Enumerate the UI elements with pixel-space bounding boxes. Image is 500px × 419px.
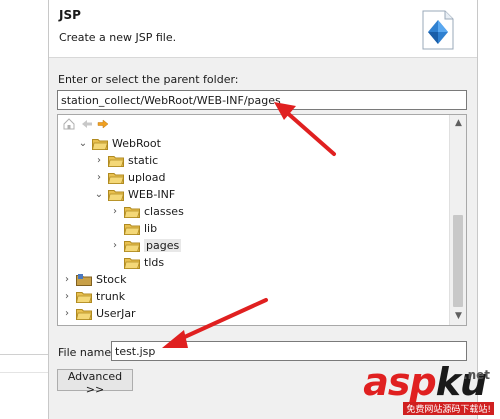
tree-item-webroot[interactable]: ⌄ WebRoot xyxy=(76,135,161,152)
tree-item-label: pages xyxy=(144,239,182,252)
tree-item-userjar[interactable]: › UserJar xyxy=(60,305,136,322)
tree-item-trunk[interactable]: › trunk xyxy=(60,288,125,305)
dialog-description: Create a new JSP file. xyxy=(59,31,177,44)
watermark-subtitle: 免费网站源码下载站! xyxy=(403,402,494,415)
tree-item-label: lib xyxy=(144,222,158,235)
folder-icon xyxy=(108,189,124,201)
chevron-down-icon[interactable]: ⌄ xyxy=(92,189,106,200)
tree-item-label: trunk xyxy=(96,290,126,303)
tree-item-label: upload xyxy=(128,171,166,184)
chevron-right-icon[interactable]: › xyxy=(60,308,74,319)
new-jsp-dialog: JSP Create a new JSP file. Enter or sele… xyxy=(48,0,478,419)
folder-icon xyxy=(92,138,108,150)
dialog-header: JSP Create a new JSP file. xyxy=(49,0,477,58)
chevron-right-icon[interactable]: › xyxy=(60,274,74,285)
tree-item-label: classes xyxy=(144,205,184,218)
chevron-right-icon[interactable]: › xyxy=(108,240,122,251)
tree-scrollbar[interactable]: ▲ ▼ xyxy=(449,115,466,325)
chevron-right-icon[interactable]: › xyxy=(92,172,106,183)
advanced-button[interactable]: Advanced >> xyxy=(57,369,133,396)
folder-icon xyxy=(124,206,140,218)
dialog-title: JSP xyxy=(59,8,81,22)
tree-item-label: UserJar xyxy=(96,307,136,320)
watermark-suffix: .net xyxy=(463,368,490,382)
folder-icon xyxy=(124,240,140,252)
home-icon[interactable] xyxy=(62,118,76,132)
tree-item-upload[interactable]: › upload xyxy=(92,169,165,186)
jsp-file-icon xyxy=(422,10,454,50)
back-arrow-icon[interactable] xyxy=(80,118,94,132)
tree-item-label: Stock xyxy=(96,273,127,286)
tree-item-web-inf[interactable]: ⌄ WEB-INF xyxy=(92,186,175,203)
divider xyxy=(0,354,48,355)
tree-item-stock[interactable]: › Stock xyxy=(60,271,126,288)
file-name-label: File name: xyxy=(58,346,115,359)
chevron-down-icon[interactable]: ⌄ xyxy=(76,138,90,149)
project-icon xyxy=(76,273,92,286)
divider xyxy=(0,372,48,373)
parent-folder-label: Enter or select the parent folder: xyxy=(58,73,239,86)
chevron-right-icon[interactable]: › xyxy=(60,291,74,302)
background-window xyxy=(0,0,48,419)
project-icon xyxy=(76,308,92,320)
tree-item-label: WEB-INF xyxy=(128,188,176,201)
scroll-down-icon[interactable]: ▼ xyxy=(450,308,466,325)
tree-item-pages[interactable]: › pages xyxy=(108,237,182,254)
tree-item-classes[interactable]: › classes xyxy=(108,203,184,220)
folder-icon xyxy=(108,172,124,184)
watermark-logo: aspku xyxy=(363,360,487,404)
chevron-right-icon[interactable]: › xyxy=(108,206,122,217)
tree-item-label: tlds xyxy=(144,256,165,269)
scroll-up-icon[interactable]: ▲ xyxy=(450,115,466,132)
file-name-input[interactable] xyxy=(111,341,467,361)
chevron-right-icon[interactable]: › xyxy=(92,155,106,166)
scrollbar-thumb[interactable] xyxy=(453,215,463,307)
tree-item-label: static xyxy=(128,154,159,167)
tree-item-tlds[interactable]: tlds xyxy=(108,254,164,271)
folder-tree[interactable]: ⌄ WebRoot › static › upload ⌄ WEB-INF › xyxy=(57,114,467,326)
background-window xyxy=(478,0,500,419)
parent-folder-input[interactable] xyxy=(57,90,467,110)
tree-item-label: WebRoot xyxy=(112,137,161,150)
forward-arrow-icon[interactable] xyxy=(96,118,110,132)
folder-icon xyxy=(124,223,140,235)
tree-item-static[interactable]: › static xyxy=(92,152,158,169)
project-icon xyxy=(76,291,92,303)
folder-icon xyxy=(124,257,140,269)
tree-item-lib[interactable]: lib xyxy=(108,220,157,237)
tree-toolbar xyxy=(58,115,448,135)
folder-icon xyxy=(108,155,124,167)
